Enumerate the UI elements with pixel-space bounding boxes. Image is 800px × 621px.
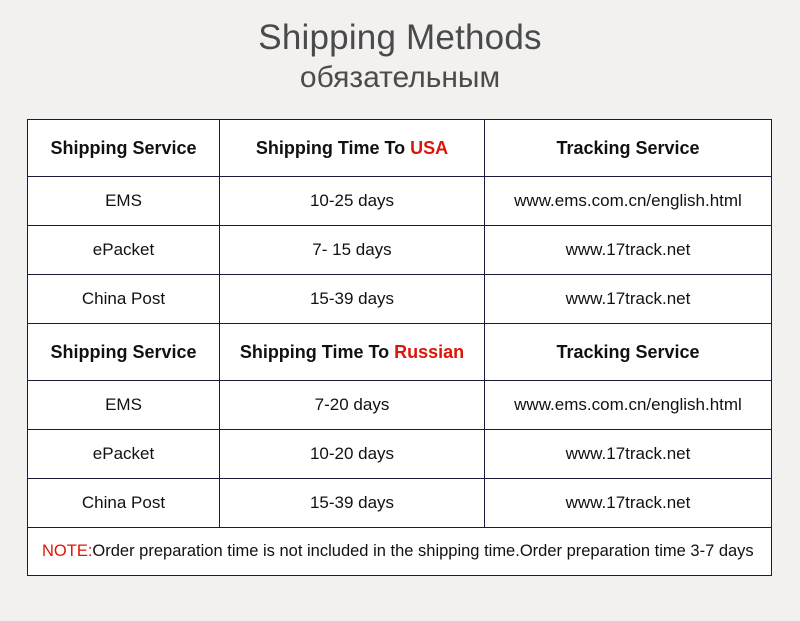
header-cell-tracking: Tracking Service [484,323,772,381]
cell-time: 7- 15 days [219,225,485,275]
note-label: NOTE: [42,542,93,560]
cell-time: 15-39 days [219,274,485,324]
cell-service: EMS [27,380,220,430]
cell-tracking: www.ems.com.cn/english.html [484,176,772,226]
header-time-prefix: Shipping Time To [255,137,411,158]
header-time-region-russian: Russian [394,341,465,362]
shipping-methods-table: Shipping Service Shipping Time To USA Tr… [27,119,772,576]
cell-tracking: www.ems.com.cn/english.html [484,380,772,430]
cell-service: ePacket [27,429,220,479]
page-subtitle: обязательным [299,61,501,95]
table-header-row-russian: Shipping Service Shipping Time To Russia… [27,323,772,381]
cell-service: China Post [27,478,220,528]
table-row: EMS 10-25 days www.ems.com.cn/english.ht… [27,176,772,226]
cell-time: 10-25 days [219,176,485,226]
header-cell-service: Shipping Service [27,323,220,381]
header-cell-shipping-time: Shipping Time To USA [219,119,485,177]
cell-time: 7-20 days [219,380,485,430]
shipping-table-wrap: Shipping Service Shipping Time To USA Tr… [27,119,772,576]
title-block: Shipping Methods обязательным [0,0,800,96]
header-time-region-usa: USA [410,137,449,158]
table-note-row: NOTE:Order preparation time is not inclu… [27,527,772,576]
cell-service: EMS [27,176,220,226]
cell-time: 10-20 days [219,429,485,479]
note-text: Order preparation time is not included i… [92,542,754,560]
cell-service: China Post [27,274,220,324]
cell-tracking: www.17track.net [484,274,772,324]
cell-time: 15-39 days [219,478,485,528]
cell-tracking: www.17track.net [484,225,772,275]
note-cell: NOTE:Order preparation time is not inclu… [27,527,772,576]
table-row: EMS 7-20 days www.ems.com.cn/english.htm… [27,380,772,430]
table-row: ePacket 10-20 days www.17track.net [27,429,772,479]
table-header-row-usa: Shipping Service Shipping Time To USA Tr… [27,119,772,177]
cell-tracking: www.17track.net [484,429,772,479]
cell-tracking: www.17track.net [484,478,772,528]
page-title: Shipping Methods [258,18,542,57]
table-row: ePacket 7- 15 days www.17track.net [27,225,772,275]
table-row: China Post 15-39 days www.17track.net [27,478,772,528]
header-cell-service: Shipping Service [27,119,220,177]
header-cell-shipping-time: Shipping Time To Russian [219,323,485,381]
header-cell-tracking: Tracking Service [484,119,772,177]
shipping-methods-page: Shipping Methods обязательным Shipping S… [0,0,800,621]
table-row: China Post 15-39 days www.17track.net [27,274,772,324]
header-time-prefix: Shipping Time To [239,341,395,362]
cell-service: ePacket [27,225,220,275]
